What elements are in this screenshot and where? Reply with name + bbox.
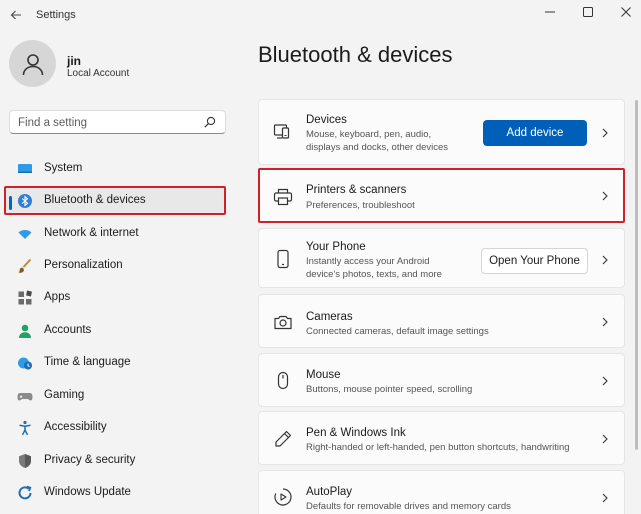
devices-icon: [273, 124, 290, 139]
back-arrow-icon: [10, 10, 21, 20]
sidebar-item-gaming[interactable]: Gaming: [4, 381, 226, 410]
gamepad-icon: [17, 393, 33, 401]
card-description: Preferences, troubleshoot: [306, 200, 415, 211]
cameras-card[interactable]: Cameras Connected cameras, default image…: [258, 294, 625, 348]
sidebar-item-apps[interactable]: Apps: [4, 283, 226, 312]
your-phone-card[interactable]: Your Phone Instantly access your Android…: [258, 228, 625, 288]
chevron-right-icon: [602, 434, 608, 444]
sidebar-item-label: Apps: [44, 291, 71, 303]
sidebar-item-label: Privacy & security: [44, 454, 136, 466]
card-title: Printers & scanners: [306, 184, 407, 196]
sidebar-item-privacy-security[interactable]: Privacy & security: [4, 446, 226, 475]
minimize-icon: [545, 11, 555, 13]
chevron-right-icon: [602, 376, 608, 386]
phone-icon: [277, 249, 289, 269]
autoplay-icon: [274, 488, 292, 506]
sidebar-item-time-language[interactable]: Time & language: [4, 348, 226, 377]
card-title: AutoPlay: [306, 486, 353, 498]
card-description: displays and docks, other devices: [306, 142, 449, 153]
card-title: Mouse: [306, 369, 341, 381]
pen-windows-ink-card[interactable]: Pen & Windows Ink Right-handed or left-h…: [258, 411, 625, 465]
sidebar-item-network[interactable]: Network & internet: [4, 219, 226, 248]
close-icon: [621, 7, 631, 17]
scrollbar[interactable]: [635, 100, 638, 450]
sidebar-item-windows-update[interactable]: Windows Update: [4, 478, 226, 507]
sidebar-item-label: System: [44, 162, 83, 174]
printers-scanners-card[interactable]: Printers & scanners Preferences, trouble…: [258, 168, 625, 223]
account-type: Local Account: [67, 68, 130, 79]
maximize-icon: [583, 7, 593, 17]
pen-icon: [275, 430, 292, 447]
sidebar-item-label: Windows Update: [44, 486, 131, 498]
mouse-icon: [277, 371, 289, 390]
search-icon[interactable]: [203, 115, 217, 129]
card-description: Mouse, keyboard, pen, audio,: [306, 129, 432, 140]
camera-icon: [274, 315, 292, 330]
card-title: Cameras: [306, 311, 353, 323]
maximize-button[interactable]: [573, 2, 603, 22]
sidebar-item-label: Bluetooth & devices: [44, 194, 146, 206]
close-button[interactable]: [611, 2, 641, 22]
account-name: jin: [67, 54, 81, 68]
chevron-right-icon: [602, 317, 608, 327]
card-description: Instantly access your Android: [306, 256, 430, 267]
bluetooth-icon: [18, 194, 32, 208]
sidebar-item-personalization[interactable]: Personalization: [4, 251, 226, 280]
sidebar-item-accounts[interactable]: Accounts: [4, 316, 226, 345]
title-bar: Settings: [0, 0, 641, 32]
card-description: Connected cameras, default image setting…: [306, 326, 489, 337]
search-box[interactable]: [9, 110, 226, 134]
devices-card[interactable]: Devices Mouse, keyboard, pen, audio, dis…: [258, 99, 625, 165]
chevron-right-icon: [602, 493, 608, 503]
sidebar-item-label: Time & language: [44, 356, 131, 368]
display-icon: [18, 164, 32, 173]
wifi-icon: [18, 230, 32, 239]
chevron-right-icon: [602, 191, 608, 201]
autoplay-card[interactable]: AutoPlay Defaults for removable drives a…: [258, 470, 625, 514]
search-input[interactable]: [18, 114, 198, 131]
open-your-phone-button[interactable]: Open Your Phone: [481, 248, 588, 274]
mouse-card[interactable]: Mouse Buttons, mouse pointer speed, scro…: [258, 353, 625, 407]
card-title: Devices: [306, 114, 347, 126]
chevron-right-icon: [602, 128, 608, 138]
add-device-button[interactable]: Add device: [483, 120, 587, 146]
update-icon: [18, 485, 32, 500]
card-description: Right-handed or left-handed, pen button …: [306, 442, 570, 453]
card-description: device's photos, texts, and more: [306, 269, 442, 280]
accessibility-icon: [19, 420, 31, 436]
person-icon: [22, 53, 43, 75]
clock-globe-icon: [18, 357, 32, 370]
card-description: Buttons, mouse pointer speed, scrolling: [306, 384, 473, 395]
sidebar-item-bluetooth-devices[interactable]: Bluetooth & devices: [4, 186, 226, 215]
person-icon: [19, 324, 31, 338]
card-description: Defaults for removable drives and memory…: [306, 501, 511, 512]
sidebar-item-system[interactable]: System: [4, 154, 226, 183]
selection-indicator: [9, 196, 12, 210]
back-button[interactable]: [6, 6, 26, 26]
sidebar-item-label: Network & internet: [44, 227, 139, 239]
sidebar-item-accessibility[interactable]: Accessibility: [4, 413, 226, 442]
shield-icon: [19, 454, 31, 468]
avatar[interactable]: [9, 40, 56, 87]
card-title: Pen & Windows Ink: [306, 427, 406, 439]
sidebar-item-label: Personalization: [44, 259, 123, 271]
page-title: Bluetooth & devices: [258, 42, 453, 67]
card-title: Your Phone: [306, 241, 366, 253]
apps-icon: [18, 290, 32, 305]
sidebar-item-label: Accounts: [44, 324, 92, 336]
printer-icon: [273, 188, 293, 206]
minimize-button[interactable]: [535, 2, 565, 22]
brush-icon: [18, 258, 32, 273]
sidebar-item-label: Accessibility: [44, 421, 107, 433]
window-title: Settings: [36, 9, 76, 21]
sidebar-item-label: Gaming: [44, 389, 85, 401]
chevron-right-icon: [602, 255, 608, 265]
